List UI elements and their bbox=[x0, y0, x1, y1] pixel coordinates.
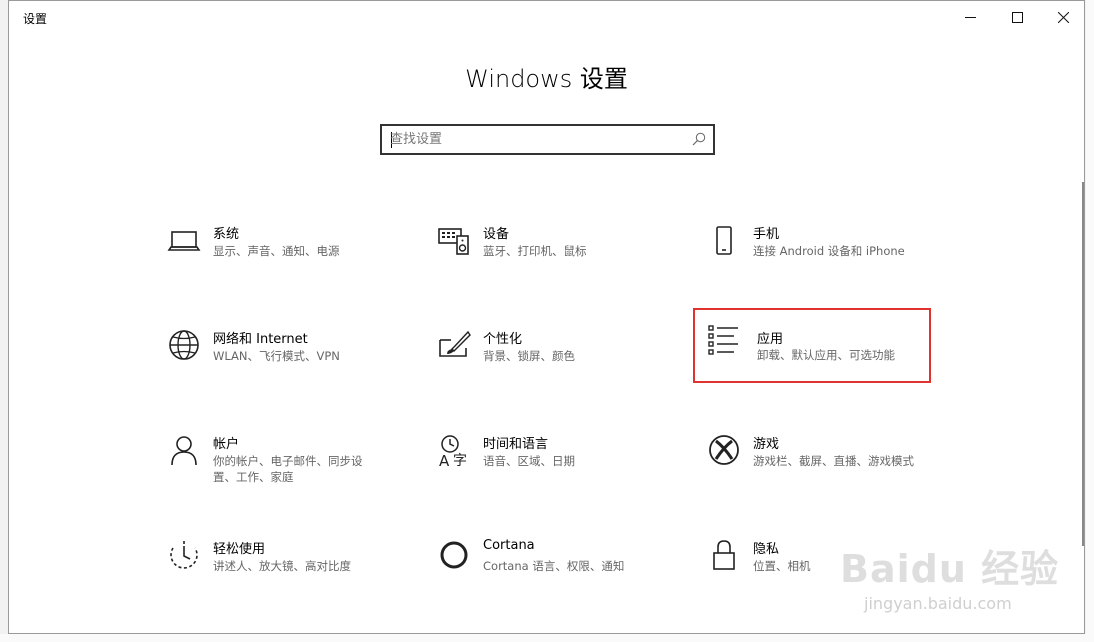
tile-description: 位置、相机 bbox=[753, 559, 811, 573]
minimize-button[interactable] bbox=[947, 1, 993, 33]
tile-description: 你的帐户、电子邮件、同步设置、工作、家庭 bbox=[213, 454, 363, 484]
svg-text:字: 字 bbox=[453, 453, 467, 467]
title-bar[interactable]: 设置 bbox=[9, 1, 1084, 33]
tile-label: 隐私 bbox=[753, 542, 780, 557]
background-edge bbox=[1086, 0, 1094, 642]
tile-cortana[interactable]: Cortana Cortana 语言、权限、通知 bbox=[431, 528, 661, 596]
phone-icon bbox=[716, 226, 732, 255]
page-title: Windows 设置 bbox=[465, 65, 628, 93]
lock-icon bbox=[713, 540, 735, 570]
tile-label: 个性化 bbox=[483, 332, 523, 347]
tile-personalization[interactable]: 个性化 背景、锁屏、颜色 bbox=[431, 318, 661, 386]
tile-description: 显示、声音、通知、电源 bbox=[213, 244, 340, 258]
tile-label: 游戏 bbox=[753, 437, 780, 452]
tile-devices[interactable]: 设备 蓝牙、打印机、鼠标 bbox=[431, 213, 661, 281]
tile-label: 应用 bbox=[757, 332, 784, 347]
svg-text:A: A bbox=[439, 452, 450, 467]
tile-description: WLAN、飞行模式、VPN bbox=[213, 349, 340, 363]
tile-label: 轻松使用 bbox=[213, 542, 266, 557]
person-icon bbox=[171, 436, 197, 466]
tile-description: Cortana 语言、权限、通知 bbox=[483, 559, 625, 573]
tile-label: 时间和语言 bbox=[483, 437, 549, 452]
ease-of-access-icon bbox=[170, 541, 198, 569]
tile-label: Cortana bbox=[483, 538, 535, 553]
tile-time-language[interactable]: A 字 时间和语言 语音、区域、日期 bbox=[431, 423, 661, 491]
background-bottom bbox=[0, 634, 1094, 642]
close-button[interactable] bbox=[1040, 1, 1086, 33]
tile-description: 蓝牙、打印机、鼠标 bbox=[483, 244, 587, 258]
search-input[interactable] bbox=[390, 126, 680, 153]
maximize-button[interactable] bbox=[994, 1, 1040, 33]
tile-description: 背景、锁屏、颜色 bbox=[483, 349, 575, 363]
tile-label: 帐户 bbox=[213, 437, 240, 452]
cortana-icon bbox=[440, 541, 468, 569]
laptop-icon bbox=[167, 231, 201, 251]
tile-privacy[interactable]: 隐私 位置、相机 bbox=[701, 528, 931, 596]
window-title: 设置 bbox=[23, 12, 48, 26]
tile-phone[interactable]: 手机 连接 Android 设备和 iPhone bbox=[701, 213, 931, 281]
minimize-icon bbox=[964, 16, 976, 18]
apps-list-icon bbox=[708, 325, 738, 355]
tile-label: 手机 bbox=[753, 227, 780, 242]
tile-description: 讲述人、放大镜、高对比度 bbox=[213, 559, 351, 573]
tile-apps[interactable]: 应用 卸载、默认应用、可选功能 bbox=[693, 308, 931, 383]
xbox-icon bbox=[709, 435, 739, 465]
tile-system[interactable]: 系统 显示、声音、通知、电源 bbox=[161, 213, 391, 281]
search-icon[interactable] bbox=[692, 132, 706, 146]
paint-brush-icon bbox=[439, 330, 471, 357]
tile-label: 设备 bbox=[483, 227, 510, 242]
tile-gaming[interactable]: 游戏 游戏栏、截屏、直播、游戏模式 bbox=[701, 423, 931, 491]
tile-network[interactable]: 网络和 Internet WLAN、飞行模式、VPN bbox=[161, 318, 391, 386]
tile-description: 语音、区域、日期 bbox=[483, 454, 575, 468]
tile-label: 网络和 Internet bbox=[213, 332, 308, 347]
maximize-icon bbox=[1011, 11, 1023, 23]
tile-description: 卸载、默认应用、可选功能 bbox=[757, 348, 895, 362]
time-language-icon: A 字 bbox=[439, 435, 467, 467]
tile-label: 系统 bbox=[213, 227, 240, 242]
tile-description: 游戏栏、截屏、直播、游戏模式 bbox=[753, 454, 914, 468]
close-icon bbox=[1057, 11, 1069, 23]
tile-accounts[interactable]: 帐户 你的帐户、电子邮件、同步设置、工作、家庭 bbox=[161, 423, 391, 491]
devices-icon bbox=[438, 228, 469, 255]
search-box[interactable] bbox=[380, 124, 715, 155]
tile-ease-of-access[interactable]: 轻松使用 讲述人、放大镜、高对比度 bbox=[161, 528, 391, 596]
settings-window: 设置 Windows 设置 系统 显示、声音、通知、电源 bbox=[8, 0, 1085, 634]
globe-icon bbox=[169, 330, 199, 360]
tile-description: 连接 Android 设备和 iPhone bbox=[753, 244, 905, 258]
scrollbar[interactable] bbox=[1082, 182, 1084, 546]
